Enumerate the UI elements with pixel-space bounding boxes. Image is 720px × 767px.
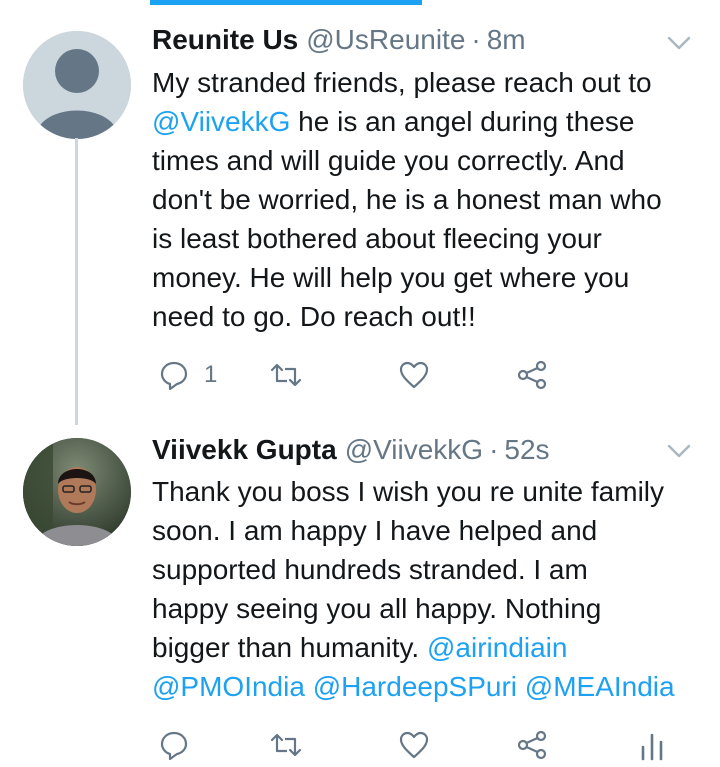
profile-photo-icon — [23, 438, 131, 546]
chevron-down-icon[interactable] — [666, 30, 692, 56]
share-icon — [517, 360, 547, 390]
author-handle[interactable]: @ViivekkG — [345, 434, 483, 466]
separator: · — [489, 434, 499, 465]
reply-icon — [160, 731, 188, 761]
reply-icon — [160, 361, 188, 391]
tweet-header: Viivekk Gupta @ViivekkG · 52s — [152, 434, 680, 474]
tweet-actions: 1 — [152, 355, 700, 395]
thread-connector-line — [75, 138, 78, 425]
like-button[interactable] — [398, 725, 430, 765]
avatar[interactable] — [23, 438, 131, 546]
text-line: @ViivekkG he is an angel during these — [152, 102, 700, 141]
retweet-button[interactable] — [270, 725, 302, 765]
author-handle[interactable]: @UsReunite — [306, 24, 465, 56]
text-line: supported hundreds stranded. I am — [152, 554, 588, 585]
tweet-text: My stranded friends, please reach out to… — [152, 63, 700, 336]
separator: · — [471, 24, 481, 55]
retweet-icon — [270, 733, 302, 757]
tweet-header: Reunite Us @UsReunite · 8m — [152, 24, 680, 64]
share-button[interactable] — [516, 725, 548, 765]
text-line: times and will guide you correctly. And — [152, 145, 625, 176]
text-line: don't be worried, he is a honest man who — [152, 184, 662, 215]
default-avatar-icon — [23, 31, 131, 139]
text-fragment: he is an angel during these — [290, 106, 635, 137]
reply-button[interactable] — [158, 725, 190, 765]
like-button[interactable] — [398, 355, 430, 395]
text-line: money. He will help you get where you — [152, 262, 630, 293]
tweet-viivekk-gupta[interactable]: Viivekk Gupta @ViivekkG · 52s Thank you … — [0, 420, 720, 767]
heart-icon — [399, 731, 429, 759]
author-name[interactable]: Reunite Us — [152, 24, 298, 56]
text-line: need to go. Do reach out!! — [152, 301, 476, 332]
share-icon — [517, 730, 547, 760]
text-line: Thank you boss I wish you re unite famil… — [152, 476, 665, 507]
tweet-reunite-us[interactable]: Reunite Us @UsReunite · 8m My stranded f… — [0, 0, 720, 425]
reply-count: 1 — [204, 361, 218, 388]
chevron-down-icon[interactable] — [666, 438, 692, 464]
text-fragment: bigger than humanity. — [152, 632, 420, 663]
text-line: happy seeing you all happy. Nothing — [152, 593, 602, 624]
share-button[interactable] — [516, 355, 548, 395]
tweet-text: Thank you boss I wish you re unite famil… — [152, 472, 700, 706]
text-line: My stranded friends, please reach out to — [152, 67, 652, 98]
retweet-icon — [270, 363, 302, 387]
author-name[interactable]: Viivekk Gupta — [152, 434, 337, 466]
mention-link[interactable]: @ViivekkG — [152, 106, 290, 137]
text-line: soon. I am happy I have helped and — [152, 515, 598, 546]
tweet-time[interactable]: 52s — [504, 434, 549, 466]
text-line: bigger than humanity. @airindiain — [152, 628, 700, 667]
tweet-actions — [152, 725, 700, 765]
heart-icon — [399, 361, 429, 389]
avatar[interactable] — [23, 31, 131, 139]
mention-links[interactable]: @PMOIndia @HardeepSPuri @MEAIndia — [152, 667, 700, 706]
analytics-icon — [641, 733, 663, 761]
mention-link[interactable]: @airindiain — [427, 632, 568, 663]
analytics-button[interactable] — [636, 725, 668, 765]
tweet-time[interactable]: 8m — [487, 24, 526, 56]
text-line: is least bothered about fleecing your — [152, 223, 602, 254]
retweet-button[interactable] — [270, 355, 302, 395]
reply-button[interactable]: 1 — [158, 355, 217, 395]
